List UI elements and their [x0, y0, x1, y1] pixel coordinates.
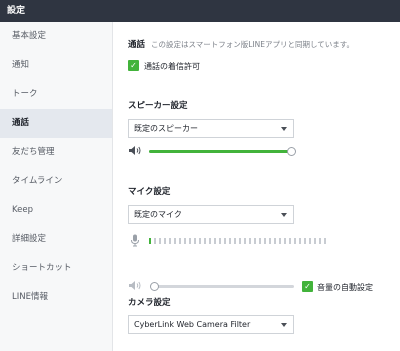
mic-level-bar [314, 238, 316, 244]
mic-level-bar [319, 238, 321, 244]
speaker-volume-slider[interactable] [149, 147, 296, 156]
mic-level-bar [304, 238, 306, 244]
mic-level-bar [279, 238, 281, 244]
allow-incoming-label: 通話の着信許可 [144, 62, 200, 71]
mic-level-bar [274, 238, 276, 244]
sidebar-item-notifications[interactable]: 通知 [0, 51, 112, 80]
mic-level-bar [154, 238, 156, 244]
mic-level-bar [169, 238, 171, 244]
speaker-select[interactable]: 既定のスピーカー [128, 119, 294, 138]
mic-volume-handle[interactable] [149, 282, 159, 291]
sidebar-item-keep[interactable]: Keep [0, 196, 112, 225]
mic-level-bar [249, 238, 251, 244]
mic-level-meter [149, 238, 326, 244]
mic-level-bar [309, 238, 311, 244]
mic-level-bar [259, 238, 261, 244]
mic-level-bar [159, 238, 161, 244]
mic-level-bar [179, 238, 181, 244]
auto-volume-label: 音量の自動設定 [317, 283, 373, 292]
sync-note: この設定はスマートフォン版LINEアプリと同期しています。 [151, 40, 355, 49]
mic-level-bar [214, 238, 216, 244]
mic-section-title: マイク設定 [128, 187, 171, 197]
mic-level-bar [254, 238, 256, 244]
mic-level-bar [209, 238, 211, 244]
sidebar-item-calls[interactable]: 通話 [0, 109, 112, 138]
sidebar-item-advanced[interactable]: 詳細設定 [0, 225, 112, 254]
speaker-icon [129, 146, 141, 155]
sidebar-item-basic[interactable]: 基本設定 [0, 22, 112, 51]
mic-level-bar [219, 238, 221, 244]
mic-level-bar [324, 238, 326, 244]
mic-level-bar [194, 238, 196, 244]
mic-level-bar [234, 238, 236, 244]
camera-select-value: CyberLink Web Camera Filter [134, 320, 251, 329]
mic-level-bar [244, 238, 246, 244]
mic-level-bar [294, 238, 296, 244]
settings-panel: 通話 この設定はスマートフォン版LINEアプリと同期しています。 ✓ 通話の着信… [114, 22, 400, 351]
mic-level-bar [174, 238, 176, 244]
mic-level-bar [239, 238, 241, 244]
speaker-select-value: 既定のスピーカー [134, 124, 198, 133]
mic-level-bar [229, 238, 231, 244]
camera-section-title: カメラ設定 [128, 298, 171, 308]
mic-level-bar [289, 238, 291, 244]
mic-level-bar [269, 238, 271, 244]
mic-level-bar [204, 238, 206, 244]
speaker-section-title: スピーカー設定 [128, 101, 188, 111]
mic-level-bar [184, 238, 186, 244]
allow-incoming-checkbox[interactable]: ✓ [128, 60, 139, 71]
mic-volume-slider[interactable] [149, 282, 294, 291]
microphone-icon [131, 234, 139, 247]
auto-volume-checkbox[interactable]: ✓ [302, 281, 313, 292]
mic-level-bar [299, 238, 301, 244]
mic-select-value: 既定のマイク [134, 210, 182, 219]
sidebar-item-shortcuts[interactable]: ショートカット [0, 254, 112, 283]
chevron-down-icon [281, 323, 287, 327]
mic-level-bar [189, 238, 191, 244]
mic-level-bar [264, 238, 266, 244]
mic-level-bar [164, 238, 166, 244]
mic-level-bar [284, 238, 286, 244]
sidebar-item-timeline[interactable]: タイムライン [0, 167, 112, 196]
speaker-muted-icon [129, 281, 141, 290]
settings-sidebar: 基本設定 通知 トーク 通話 友だち管理 タイムライン Keep 詳細設定 ショ… [0, 22, 113, 351]
sidebar-item-line-info[interactable]: LINE情報 [0, 283, 112, 312]
mic-level-bar [224, 238, 226, 244]
sidebar-item-chats[interactable]: トーク [0, 80, 112, 109]
mic-level-bar [199, 238, 201, 244]
camera-select[interactable]: CyberLink Web Camera Filter [128, 315, 294, 334]
chevron-down-icon [281, 127, 287, 131]
mic-select[interactable]: 既定のマイク [128, 205, 294, 224]
sidebar-item-friends[interactable]: 友だち管理 [0, 138, 112, 167]
speaker-volume-handle[interactable] [286, 147, 296, 156]
mic-level-bar [149, 238, 151, 244]
call-section-title: 通話 [128, 40, 146, 50]
window-title: 設定 [0, 0, 400, 22]
chevron-down-icon [281, 213, 287, 217]
speaker-volume-fill [149, 150, 291, 153]
